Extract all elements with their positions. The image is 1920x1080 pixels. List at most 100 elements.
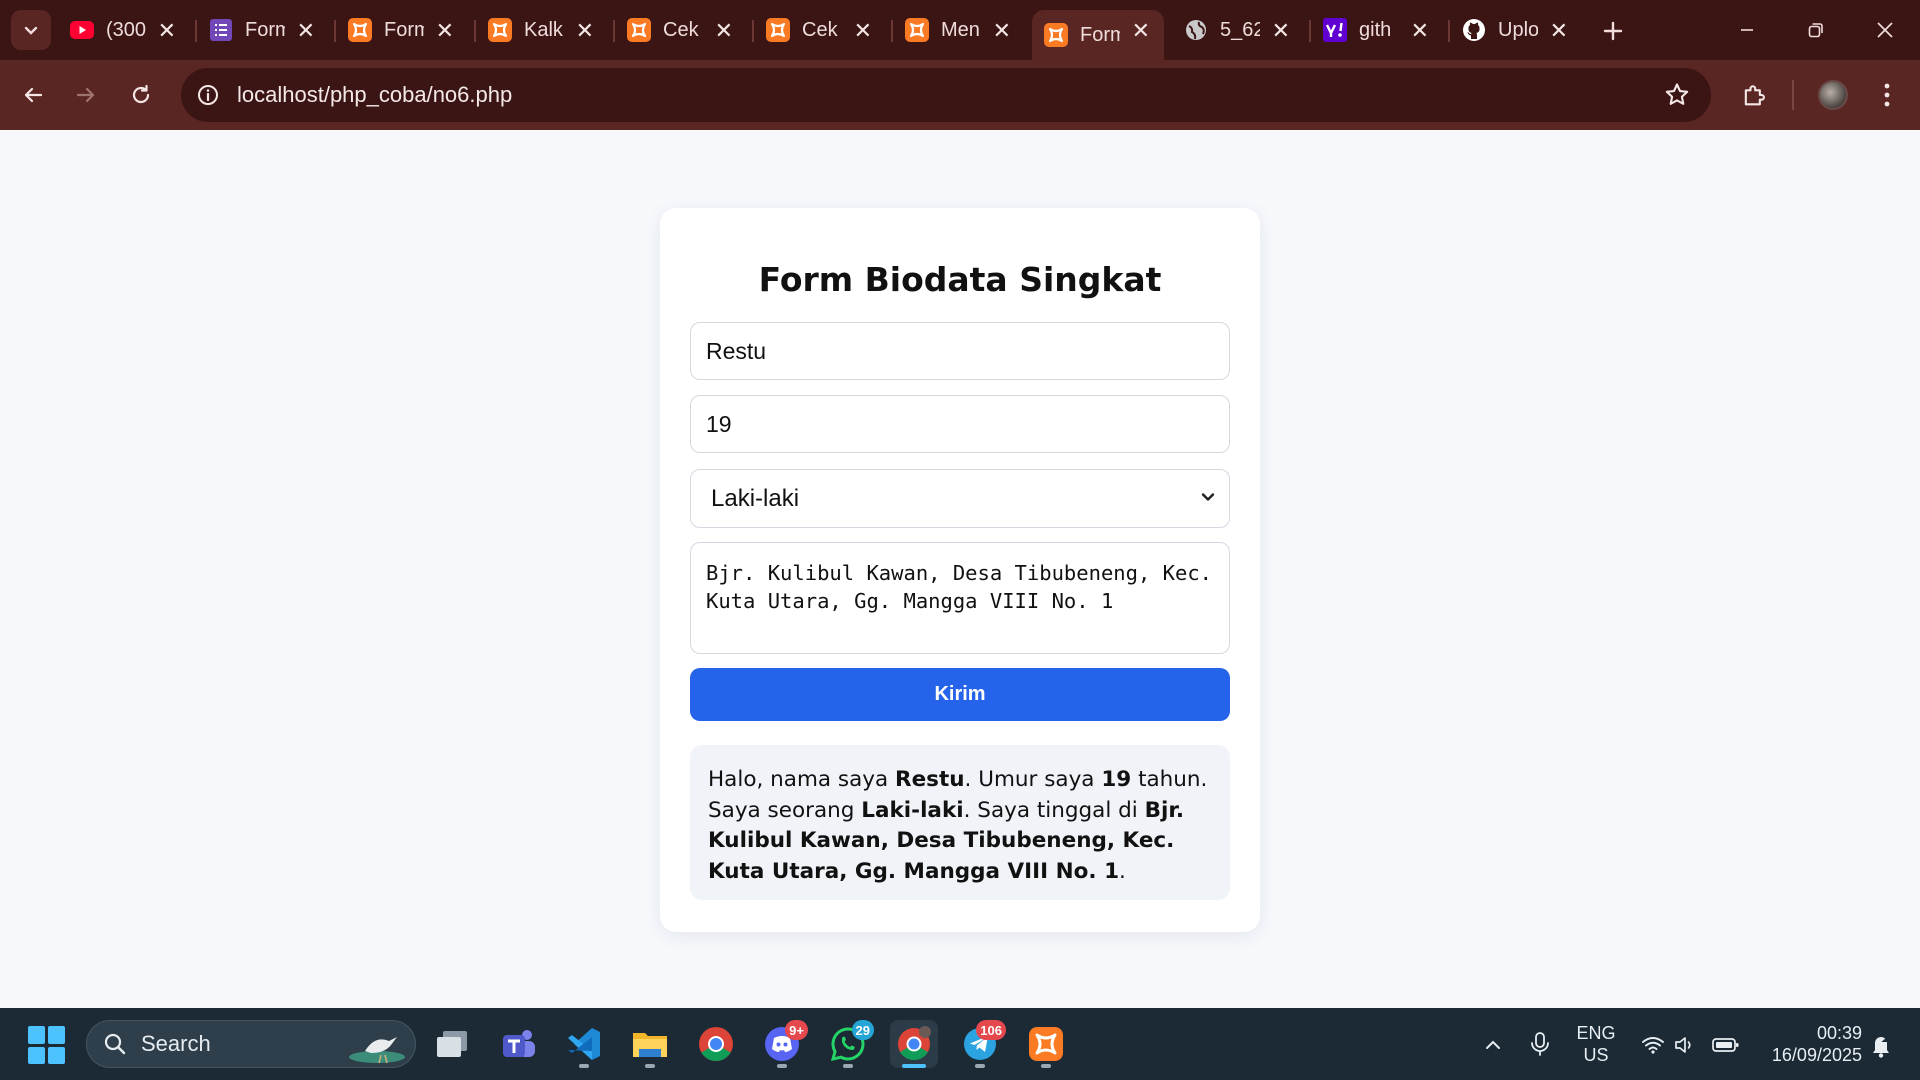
active-indicator	[902, 1064, 926, 1068]
volume-button[interactable]	[1670, 1030, 1700, 1060]
language-indicator[interactable]: ENG US	[1576, 1022, 1616, 1066]
tab-close-icon[interactable]: ✕	[576, 18, 594, 44]
tab-close-icon[interactable]: ✕	[854, 18, 872, 44]
forward-button[interactable]	[65, 74, 107, 116]
show-hidden-icons-button[interactable]	[1478, 1030, 1508, 1060]
address-bar[interactable]: localhost/php_coba/no6.php	[181, 68, 1711, 122]
taskbar-file-explorer[interactable]	[626, 1020, 674, 1068]
age-input[interactable]: 19	[690, 395, 1230, 453]
taskbar-teams[interactable]	[494, 1020, 542, 1068]
browser-tab[interactable]: (300 ✕	[58, 10, 190, 50]
browser-tab[interactable]: 5_62 ✕	[1172, 10, 1304, 50]
bookmark-star-icon[interactable]	[1663, 81, 1691, 114]
browser-tab[interactable]: Kalk ✕	[476, 10, 608, 50]
back-button[interactable]	[12, 74, 54, 116]
taskbar-search[interactable]: Search	[86, 1020, 416, 1068]
taskbar-vscode[interactable]	[560, 1020, 608, 1068]
globe-icon	[1184, 18, 1208, 42]
xampp-icon	[905, 18, 929, 42]
search-highlight-bird-icon	[349, 1037, 405, 1064]
search-icon	[101, 1030, 129, 1058]
running-indicator	[645, 1064, 655, 1068]
battery-icon	[1712, 1038, 1739, 1052]
taskbar-whatsapp[interactable]: 29	[824, 1020, 874, 1068]
gender-select[interactable]: Laki-laki	[690, 469, 1230, 528]
clock[interactable]: 00:39 16/09/2025	[1756, 1022, 1862, 1066]
tab-close-icon[interactable]: ✕	[1272, 18, 1290, 44]
tab-strip: (300 ✕ Form ✕ Form ✕ Kalk ✕ Cek ✕ Cek ✕ Men ✕ Form ✕ 5_6…	[0, 0, 1920, 60]
github-icon	[1462, 18, 1486, 42]
xampp-icon	[348, 18, 372, 42]
browser-tab[interactable]: Cek ✕	[754, 10, 886, 50]
url-text[interactable]: localhost/php_coba/no6.php	[237, 82, 512, 108]
result-text-5: .	[1119, 858, 1126, 884]
biodata-form-card: Form Biodata Singkat Restu 19 Laki-laki …	[660, 208, 1260, 932]
battery-button[interactable]	[1710, 1030, 1742, 1060]
arrow-right-icon	[76, 87, 95, 103]
tab-title: Kalk	[524, 18, 563, 41]
browser-menu-button[interactable]	[1866, 74, 1908, 116]
taskbar-discord[interactable]: 9+	[758, 1020, 808, 1068]
taskbar-chrome-active[interactable]	[890, 1020, 938, 1068]
tab-close-icon[interactable]: ✕	[715, 18, 733, 44]
tab-separator	[891, 20, 893, 42]
browser-tab[interactable]: gith ✕	[1311, 10, 1443, 50]
taskbar-task-view[interactable]	[428, 1020, 476, 1068]
telegram-badge: 106	[976, 1020, 1006, 1040]
xampp-icon	[627, 18, 651, 42]
chrome-profile-icon	[898, 1026, 931, 1061]
submit-button[interactable]: Kirim	[690, 668, 1230, 721]
chevron-down-icon	[1201, 493, 1215, 501]
address-textarea[interactable]: Bjr. Kulibul Kawan, Desa Tibubeneng, Kec…	[690, 542, 1230, 654]
whatsapp-badge: 29	[851, 1020, 874, 1040]
name-input[interactable]: Restu	[690, 322, 1230, 380]
xampp-icon	[1044, 23, 1068, 47]
browser-tab[interactable]: Form ✕	[197, 10, 329, 50]
taskbar-telegram[interactable]: 106	[956, 1020, 1006, 1068]
forms-icon	[209, 18, 233, 42]
tab-close-icon[interactable]: ✕	[297, 18, 315, 44]
tab-separator	[474, 20, 476, 42]
tab-title: gith	[1359, 18, 1392, 41]
restore-button[interactable]	[1793, 10, 1839, 50]
windows-logo-tile	[48, 1026, 65, 1044]
tab-search-button[interactable]	[11, 10, 51, 50]
search-label: Search	[141, 1031, 211, 1056]
running-indicator	[1041, 1064, 1051, 1068]
tab-separator	[334, 20, 336, 42]
minimize-button[interactable]	[1724, 10, 1770, 50]
clock-date: 16/09/2025	[1771, 1045, 1862, 1065]
browser-tab[interactable]: Form ✕	[1032, 10, 1164, 60]
chrome-icon	[699, 1027, 733, 1061]
toolbar-divider	[1792, 80, 1794, 110]
browser-tab[interactable]: Cek ✕	[615, 10, 747, 50]
browser-tab[interactable]: Men ✕	[893, 10, 1025, 50]
new-tab-button[interactable]	[1596, 14, 1630, 48]
site-info-icon[interactable]	[193, 80, 223, 110]
extensions-button[interactable]	[1733, 74, 1775, 116]
close-window-button[interactable]	[1862, 10, 1908, 50]
wifi-button[interactable]	[1638, 1030, 1668, 1060]
start-button[interactable]	[28, 1026, 66, 1064]
tab-close-icon[interactable]: ✕	[436, 18, 454, 44]
microphone-button[interactable]	[1524, 1028, 1556, 1060]
windows-logo-tile	[48, 1046, 65, 1064]
taskbar-xampp[interactable]	[1022, 1020, 1070, 1068]
tab-close-icon[interactable]: ✕	[158, 18, 176, 44]
browser-tab[interactable]: Form ✕	[336, 10, 468, 50]
tab-close-icon[interactable]: ✕	[993, 18, 1011, 44]
result-name: Restu	[895, 767, 965, 792]
reload-button[interactable]	[120, 74, 162, 116]
profile-button[interactable]	[1812, 74, 1854, 116]
browser-tab[interactable]: Uplo ✕	[1450, 10, 1582, 50]
result-text-4: . Saya tinggal di	[963, 797, 1145, 823]
tab-close-icon[interactable]: ✕	[1411, 18, 1429, 44]
form-title: Form Biodata Singkat	[758, 260, 1162, 299]
tab-title: Cek	[663, 18, 699, 41]
taskbar-chrome[interactable]	[692, 1020, 740, 1068]
notifications-button[interactable]	[1866, 1028, 1896, 1062]
result-text-1: Halo, nama saya	[708, 767, 896, 792]
tab-close-icon[interactable]: ✕	[1132, 18, 1150, 44]
tab-close-icon[interactable]: ✕	[1550, 18, 1568, 44]
tab-separator	[1448, 20, 1450, 42]
